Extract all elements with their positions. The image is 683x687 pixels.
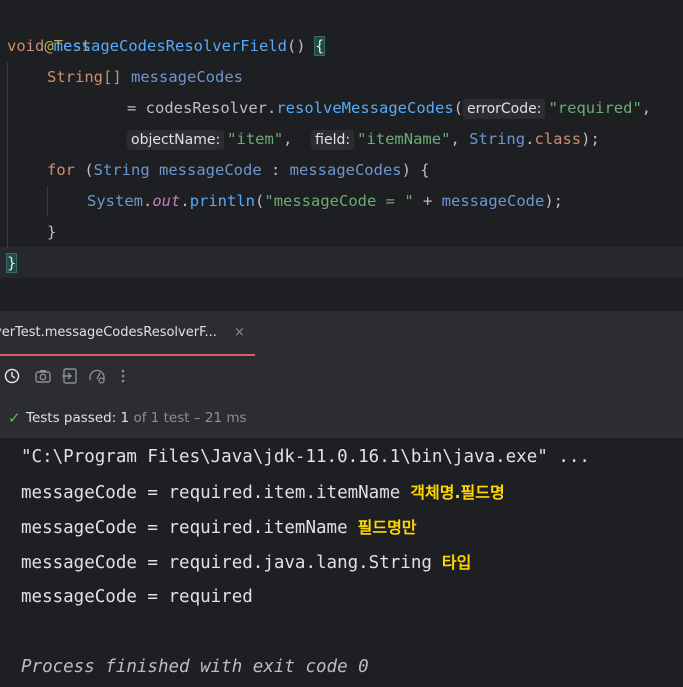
arg-item: "item" xyxy=(227,130,284,148)
code-line-7: System.out.println("messageCode = " + me… xyxy=(87,186,563,217)
keyword-for: for xyxy=(47,161,75,179)
inner-close-brace: } xyxy=(47,223,57,241)
close-statement: ); xyxy=(581,130,600,148)
for-open: ( xyxy=(75,161,94,179)
console-line-text: messageCode = required.java.lang.String xyxy=(21,553,432,573)
code-line-1: @Test xyxy=(7,0,91,55)
tests-passed-label: Tests passed: xyxy=(26,410,117,426)
matched-brace-close: } xyxy=(5,253,18,273)
dot: . xyxy=(267,99,277,117)
arg-required: "required" xyxy=(548,99,642,117)
console-annotation: 객체명.필드명 xyxy=(410,483,505,502)
out-field: out xyxy=(152,192,181,210)
for-colon: : xyxy=(261,161,290,179)
class-keyword: class xyxy=(534,130,582,148)
close-icon[interactable]: × xyxy=(234,325,245,340)
print-string: "messageCode = " xyxy=(264,192,414,210)
param-hint-object-name: objectName: xyxy=(127,130,225,150)
check-icon: ✓ xyxy=(8,409,21,427)
plus-op: + xyxy=(413,192,442,210)
for-close: ) { xyxy=(401,161,430,179)
var-message-codes: messageCodes xyxy=(131,68,243,86)
comma: , xyxy=(641,99,652,117)
export-icon[interactable] xyxy=(60,367,80,385)
console-line: messageCode = required.java.lang.String 타… xyxy=(21,545,471,580)
type-string-array: String[] xyxy=(47,68,122,86)
code-line-9: } xyxy=(5,248,18,279)
console-line-text: messageCode = required xyxy=(21,587,253,607)
code-line-2: void messageCodesResolverField() { xyxy=(7,31,326,62)
console-annotation: 필드명만 xyxy=(357,518,417,537)
console-annotation: 타입 xyxy=(441,553,472,572)
code-line-4: = codesResolver.resolveMessageCodes(erro… xyxy=(127,93,651,124)
for-iterable: messageCodes xyxy=(289,161,402,179)
method-name: messageCodesResolverField xyxy=(53,37,287,55)
comma: , xyxy=(283,130,312,148)
history-icon[interactable] xyxy=(2,367,22,385)
close-statement: ); xyxy=(544,192,563,210)
more-vertical-icon[interactable] xyxy=(113,367,133,385)
for-type: String xyxy=(93,161,150,179)
test-status-bar: ✓ Tests passed: 1 of 1 test – 21 ms xyxy=(0,396,683,439)
for-var: messageCode xyxy=(149,161,262,179)
console-line: messageCode = required.item.itemName 객체명.… xyxy=(21,475,505,510)
arg-item-name: "itemName" xyxy=(357,130,451,148)
run-tab-bar: verTest.messageCodesResolverF... × xyxy=(0,310,683,357)
run-tab[interactable]: verTest.messageCodesResolverF... × xyxy=(0,311,255,357)
console-output[interactable]: "C:\Program Files\Java\jdk-11.0.16.1\bin… xyxy=(0,438,683,687)
comma: , xyxy=(450,130,470,148)
println-method: println xyxy=(189,192,256,210)
param-hint-field: field: xyxy=(311,130,355,150)
console-line-text: messageCode = required.itemName xyxy=(21,518,348,538)
code-line-5: objectName: "item", field: "itemName", Str… xyxy=(127,124,600,155)
code-line-6: for (String messageCode : messageCodes) … xyxy=(47,155,430,186)
dot: . xyxy=(180,192,190,210)
resolve-method: resolveMessageCodes xyxy=(276,99,454,117)
console-line: messageCode = required xyxy=(21,580,253,615)
console-command-line: "C:\Program Files\Java\jdk-11.0.16.1\bin… xyxy=(21,447,590,467)
test-status-text: Tests passed: 1 of 1 test – 21 ms xyxy=(26,410,247,426)
dot: . xyxy=(143,192,153,210)
code-editor[interactable]: @Test void messageCodesResolverField() {… xyxy=(0,0,683,310)
run-toolbar xyxy=(0,356,683,396)
print-var: messageCode xyxy=(441,192,545,210)
process-finished-line: Process finished with exit code 0 xyxy=(21,657,369,677)
open-paren: ( xyxy=(255,192,265,210)
console-line: messageCode = required.itemName 필드명만 xyxy=(21,510,417,545)
system-class: System xyxy=(87,192,143,210)
code-line-3: String[] messageCodes xyxy=(47,62,243,93)
param-hint-error-code: errorCode: xyxy=(463,99,546,119)
console-line-text: messageCode = required.item.itemName xyxy=(21,483,401,503)
assign-op: = xyxy=(127,99,146,117)
code-line-8: } xyxy=(47,217,56,248)
indent-guide xyxy=(47,186,48,216)
run-tab-label: verTest.messageCodesResolverF... xyxy=(0,325,217,340)
tests-passed-count: 1 xyxy=(120,410,130,426)
tests-summary: of 1 test – 21 ms xyxy=(133,410,247,426)
type-string: String xyxy=(469,130,526,148)
camera-icon[interactable] xyxy=(33,367,53,385)
gauge-icon[interactable] xyxy=(87,367,107,385)
resolver-var: codesResolver xyxy=(145,99,267,117)
current-line-highlight xyxy=(0,247,683,278)
open-paren: ( xyxy=(453,99,463,117)
signature-rest: () xyxy=(286,37,315,55)
keyword-void: void xyxy=(7,37,45,55)
matched-brace-open: { xyxy=(313,36,326,56)
